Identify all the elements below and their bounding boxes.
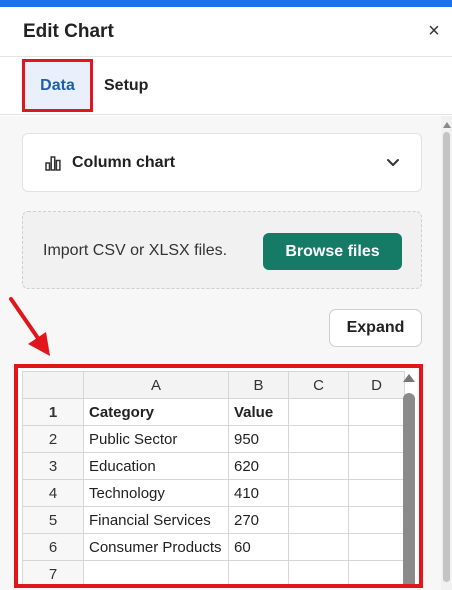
cell-c3[interactable]: [288, 452, 349, 480]
table-row: 7: [22, 560, 405, 584]
cell-a4[interactable]: Technology: [83, 479, 229, 507]
cell-b4[interactable]: 410: [228, 479, 289, 507]
cell-c2[interactable]: [288, 425, 349, 453]
cell-a1[interactable]: Category: [83, 398, 229, 426]
top-accent-bar: [0, 0, 452, 7]
dialog-title: Edit Chart: [23, 21, 114, 42]
row-number[interactable]: 1: [22, 398, 84, 426]
column-header-a[interactable]: A: [83, 371, 229, 399]
cell-a3[interactable]: Education: [83, 452, 229, 480]
close-icon[interactable]: ×: [422, 19, 446, 43]
cell-c7[interactable]: [288, 560, 349, 584]
table-row: 2 Public Sector 950: [22, 425, 405, 453]
table-row: 6 Consumer Products 60: [22, 533, 405, 561]
cell-a5[interactable]: Financial Services: [83, 506, 229, 534]
cell-b3[interactable]: 620: [228, 452, 289, 480]
row-number[interactable]: 6: [22, 533, 84, 561]
grid-scrollbar[interactable]: [402, 371, 416, 584]
tab-setup[interactable]: Setup: [104, 59, 148, 112]
row-number[interactable]: 3: [22, 452, 84, 480]
panel-scroll-thumb[interactable]: [443, 132, 450, 582]
file-dropzone[interactable]: Import CSV or XLSX files. Browse files: [22, 211, 422, 289]
cell-c4[interactable]: [288, 479, 349, 507]
data-panel: Column chart Import CSV or XLSX files. B…: [0, 116, 452, 590]
cell-d5[interactable]: [348, 506, 405, 534]
cell-a6[interactable]: Consumer Products: [83, 533, 229, 561]
column-header-b[interactable]: B: [228, 371, 289, 399]
chevron-down-icon: [387, 159, 399, 166]
table-row: 1 Category Value: [22, 398, 405, 426]
cell-d3[interactable]: [348, 452, 405, 480]
table-row: 5 Financial Services 270: [22, 506, 405, 534]
column-header-d[interactable]: D: [348, 371, 405, 399]
chart-type-select[interactable]: Column chart: [22, 133, 422, 192]
expand-button[interactable]: Expand: [329, 309, 422, 347]
cell-b1[interactable]: Value: [228, 398, 289, 426]
cell-b2[interactable]: 950: [228, 425, 289, 453]
browse-files-button[interactable]: Browse files: [263, 233, 402, 270]
scroll-up-icon[interactable]: [403, 374, 415, 382]
cell-d6[interactable]: [348, 533, 405, 561]
column-chart-icon: [45, 156, 61, 171]
cell-d2[interactable]: [348, 425, 405, 453]
cell-b7[interactable]: [228, 560, 289, 584]
table-row: 3 Education 620: [22, 452, 405, 480]
spreadsheet-table: A B C D 1 Category Value 2 Public Sector…: [22, 371, 405, 584]
grid-scroll-thumb[interactable]: [403, 393, 415, 584]
cell-d7[interactable]: [348, 560, 405, 584]
cell-d1[interactable]: [348, 398, 405, 426]
cell-c6[interactable]: [288, 533, 349, 561]
tab-bar: Data Setup: [0, 57, 452, 115]
cell-a2[interactable]: Public Sector: [83, 425, 229, 453]
cell-d4[interactable]: [348, 479, 405, 507]
cell-a7[interactable]: [83, 560, 229, 584]
dialog-header: Edit Chart ×: [0, 7, 452, 57]
cell-b5[interactable]: 270: [228, 506, 289, 534]
cell-b6[interactable]: 60: [228, 533, 289, 561]
column-header-c[interactable]: C: [288, 371, 349, 399]
row-number[interactable]: 2: [22, 425, 84, 453]
chart-type-label: Column chart: [72, 154, 176, 171]
row-number[interactable]: 5: [22, 506, 84, 534]
panel-scrollbar[interactable]: [441, 116, 452, 590]
import-hint: Import CSV or XLSX files.: [43, 242, 228, 259]
cell-c5[interactable]: [288, 506, 349, 534]
tab-data[interactable]: Data: [22, 59, 93, 112]
row-number[interactable]: 7: [22, 560, 84, 584]
cell-c1[interactable]: [288, 398, 349, 426]
red-arrow-icon: [9, 297, 50, 356]
spreadsheet-grid: A B C D 1 Category Value 2 Public Sector…: [14, 364, 423, 588]
corner-cell[interactable]: [22, 371, 84, 399]
row-number[interactable]: 4: [22, 479, 84, 507]
table-row: 4 Technology 410: [22, 479, 405, 507]
scroll-up-icon[interactable]: [443, 122, 451, 128]
